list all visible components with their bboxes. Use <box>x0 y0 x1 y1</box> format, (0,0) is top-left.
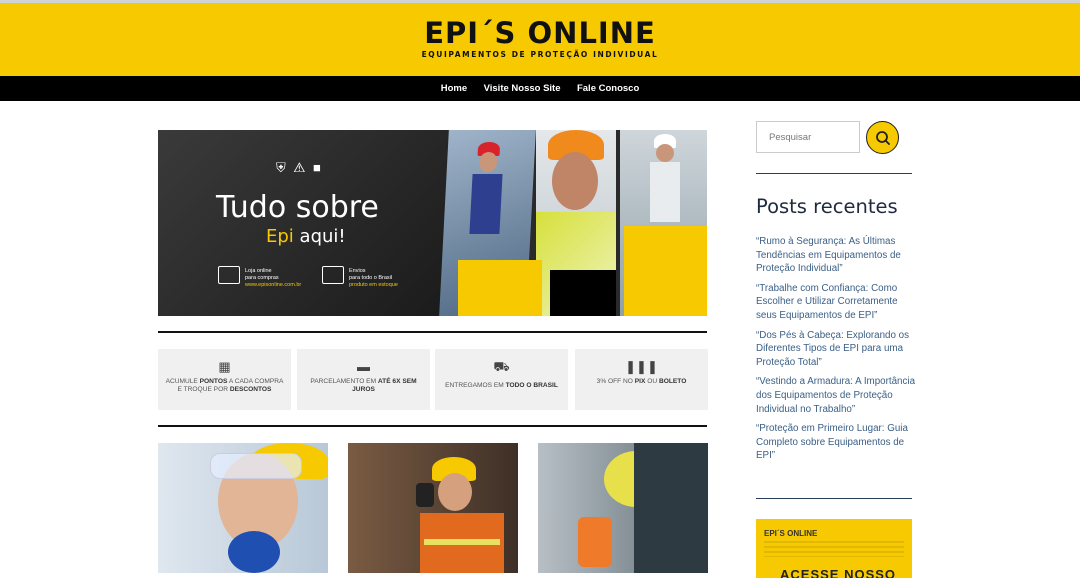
recent-post-link[interactable]: “Trabalhe com Confiança: Como Escolher e… <box>756 282 916 323</box>
feature-discount: ❚❚❚ 3% OFF NO PIX OU BOLETO <box>575 349 708 410</box>
recent-posts-title: Posts recentes <box>756 195 898 218</box>
sidebar-separator <box>756 498 912 499</box>
feature-text: PARCELAMENTO EM ATÉ 6X SEM JUROS <box>310 378 417 393</box>
box-icon <box>322 266 344 284</box>
section-divider <box>158 331 707 333</box>
feature-text: ENTREGAMOS EM TODO O BRASIL <box>445 382 558 389</box>
search-icon <box>876 131 890 145</box>
barcode-icon: ❚❚❚ <box>625 359 658 374</box>
ad-cta: ACESSE NOSSO SITE <box>780 567 897 578</box>
recent-post-link[interactable]: “Rumo à Segurança: As Últimas Tendências… <box>756 235 916 276</box>
hero-feature-line1: Loja online <box>245 268 272 274</box>
hero-feature-line2: para compras <box>245 275 279 281</box>
truck-icon: ⛟ <box>493 359 510 374</box>
sidebar-ad-banner[interactable]: EPI´S ONLINE ACESSE NOSSO SITE <box>756 519 912 578</box>
ad-brand: EPI´S ONLINE <box>764 529 818 538</box>
feature-text: 3% OFF NO PIX OU BOLETO <box>596 378 687 385</box>
feature-points: ▦ ACUMULE PONTOS A CADA COMPRA E TROQUE … <box>158 349 291 410</box>
post-thumbnail[interactable] <box>348 443 518 573</box>
truck-icon <box>218 266 240 284</box>
user-icon: ■ <box>312 160 329 175</box>
site-logo[interactable]: EPI´S ONLINE EQUIPAMENTOS DE PROTEÇÃO IN… <box>0 18 1080 59</box>
post-thumbnail[interactable] <box>538 443 708 573</box>
nav-item-home[interactable]: Home <box>441 76 467 101</box>
hero-feature-line1: Envios <box>349 268 366 274</box>
shield-check-icon: ⛨ <box>276 160 294 175</box>
hero-banner[interactable]: ⛨⚠■ Tudo sobre Epi aqui! Loja online par… <box>158 130 707 316</box>
recent-post-link[interactable]: “Dos Pés à Cabeça: Explorando os Diferen… <box>756 329 916 370</box>
main-nav: Home Visite Nosso Site Fale Conosco <box>0 76 1080 101</box>
hero-subtitle: Epi aqui! <box>266 226 346 247</box>
decor-yellow-block <box>458 260 542 316</box>
sidebar-separator <box>756 173 912 174</box>
ad-text-lines <box>764 541 904 557</box>
feature-shipping: ⛟ ENTREGAMOS EM TODO O BRASIL <box>435 349 568 410</box>
recent-posts-list: “Rumo à Segurança: As Últimas Tendências… <box>756 235 916 469</box>
section-divider <box>158 425 707 427</box>
header-top-stripe <box>0 0 1080 3</box>
search-button[interactable] <box>866 121 899 154</box>
feature-installments: ▬ PARCELAMENTO EM ATÉ 6X SEM JUROS <box>297 349 430 410</box>
decor-yellow-block <box>624 226 707 316</box>
hero-feature-small: produto em estoque <box>349 282 398 288</box>
feature-text: ACUMULE PONTOS A CADA COMPRA E TROQUE PO… <box>165 378 284 393</box>
nav-item-contact[interactable]: Fale Conosco <box>577 76 639 101</box>
recent-post-link[interactable]: “Vestindo a Armadura: A Importância dos … <box>756 375 916 416</box>
basket-icon: ▦ <box>218 359 231 374</box>
warning-icon: ⚠ <box>293 160 313 175</box>
logo-subtitle: EQUIPAMENTOS DE PROTEÇÃO INDIVIDUAL <box>421 50 659 59</box>
post-thumbnail[interactable] <box>158 443 328 573</box>
nav-item-visit-site[interactable]: Visite Nosso Site <box>484 76 561 101</box>
search-input[interactable]: Pesquisar <box>756 121 860 153</box>
logo-title: EPI´S ONLINE <box>424 16 656 50</box>
decor-black-block <box>550 270 616 316</box>
credit-card-icon: ▬ <box>357 359 370 374</box>
site-header: EPI´S ONLINE EQUIPAMENTOS DE PROTEÇÃO IN… <box>0 0 1080 76</box>
hero-subtitle-highlight: Epi <box>266 226 294 247</box>
recent-post-link[interactable]: “Proteção em Primeiro Lugar: Guia Comple… <box>756 422 916 463</box>
hero-icons: ⛨⚠■ <box>276 160 329 176</box>
hero-feature-small: www.episonline.com.br <box>245 282 302 288</box>
hero-title: Tudo sobre <box>216 190 379 225</box>
hero-feature-line2: para todo o Brasil <box>349 275 393 281</box>
hero-subtitle-rest: aqui! <box>293 226 346 247</box>
